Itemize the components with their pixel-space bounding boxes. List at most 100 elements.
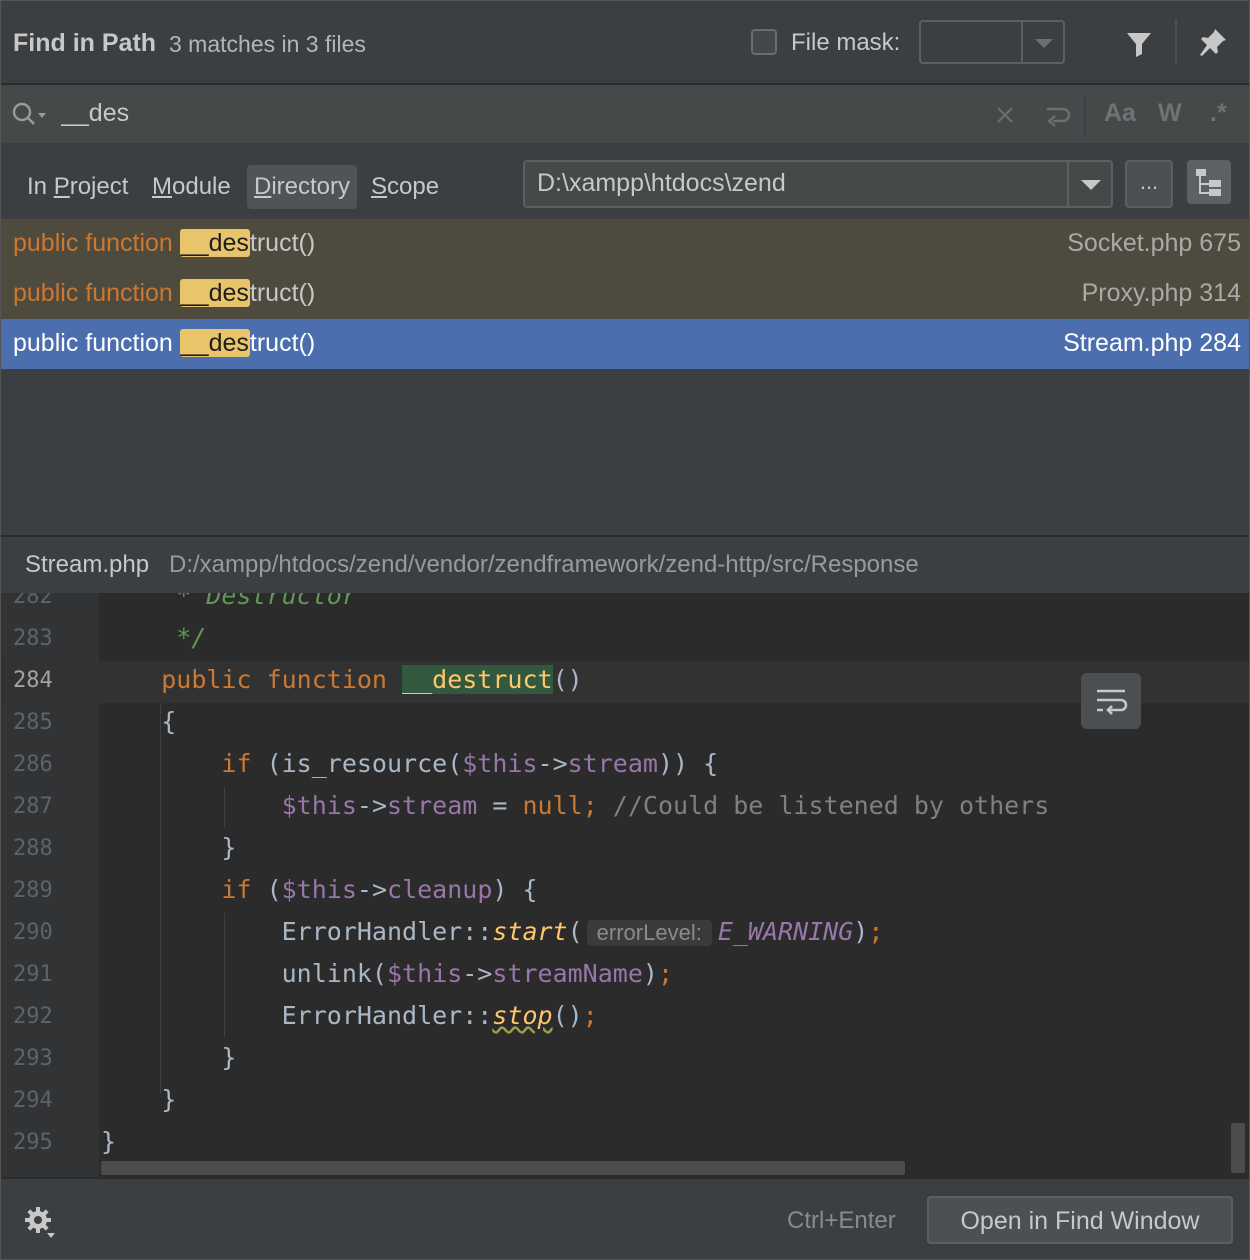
line-number: 290: [13, 920, 53, 945]
line-number: 295: [13, 1130, 53, 1155]
result-row[interactable]: public function __destruct() Socket.php …: [1, 219, 1249, 269]
line-number: 283: [13, 626, 53, 651]
line-number: 294: [13, 1088, 53, 1113]
horizontal-scrollbar[interactable]: [101, 1161, 905, 1175]
code-preview[interactable]: 282 * Destructor 283 */ 284 public funct…: [1, 593, 1249, 1177]
match-count: 3 matches in 3 files: [169, 31, 366, 57]
match-highlight: __des: [179, 229, 250, 257]
search-icon[interactable]: [11, 101, 47, 127]
code-text: }: [101, 1043, 237, 1072]
code-line: 289 if ($this->cleanup) {: [1, 871, 1249, 913]
open-in-find-window-button[interactable]: Open in Find Window: [927, 1196, 1233, 1244]
code-line: 288 }: [1, 829, 1249, 871]
code-text: public function __destruct(): [161, 665, 583, 694]
file-mask-checkbox[interactable]: [751, 29, 777, 55]
search-bar: Aa W .*: [1, 83, 1249, 145]
code-line: 291 unlink($this->streamName);: [1, 955, 1249, 997]
newline-icon[interactable]: [1041, 101, 1073, 129]
shortcut-hint: Ctrl+Enter: [787, 1207, 896, 1234]
code-text: }: [101, 1085, 177, 1114]
line-number: 287: [13, 794, 53, 819]
code-text: ErrorHandler::stop();: [101, 1001, 598, 1030]
code-text: $this->stream = null; //Could be listene…: [281, 791, 1050, 820]
dialog-footer: Ctrl+Enter Open in Find Window: [1, 1177, 1249, 1259]
result-row[interactable]: public function __destruct() Proxy.php 3…: [1, 269, 1249, 319]
match-case-toggle[interactable]: Aa: [1104, 99, 1136, 128]
line-number: 288: [13, 836, 53, 861]
recursive-tree-icon[interactable]: [1187, 160, 1231, 204]
tab-scope[interactable]: Scope: [364, 165, 446, 209]
code-line: 283 */: [1, 619, 1249, 661]
code-keyword: public function: [13, 229, 180, 257]
code-rest: truct(): [249, 279, 316, 307]
code-rest: truct(): [249, 229, 316, 257]
code-line: 294 }: [1, 1081, 1249, 1123]
directory-dropdown[interactable]: D:\xampp\htdocs\zend: [523, 160, 1113, 208]
tab-module[interactable]: Module: [145, 165, 238, 209]
code-text: unlink($this->streamName);: [101, 959, 673, 988]
code-text: {: [101, 707, 177, 736]
code-line: 286 if (is_resource($this->stream)) {: [1, 745, 1249, 787]
code-text: */: [101, 623, 207, 652]
file-mask-label[interactable]: File mask:: [791, 29, 900, 57]
code-text: ErrorHandler::start(errorLevel: E_WARNING…: [101, 917, 884, 946]
result-code: public function __destruct(): [13, 329, 315, 358]
tab-directory[interactable]: Directory: [247, 165, 358, 209]
code-text: }: [101, 833, 237, 862]
line-number: 282: [13, 593, 53, 609]
parameter-hint: errorLevel:: [586, 920, 712, 946]
result-code: public function __destruct(): [13, 229, 315, 258]
line-number: 293: [13, 1046, 53, 1071]
line-number: 289: [13, 878, 53, 903]
code-text: if (is_resource($this->stream)) {: [221, 749, 719, 778]
match-highlight: __des: [179, 329, 250, 357]
results-list: public function __destruct() Socket.php …: [1, 219, 1249, 535]
directory-value: D:\xampp\htdocs\zend: [537, 169, 786, 197]
line-number: 285: [13, 710, 53, 735]
line-number: 291: [13, 962, 53, 987]
code-line: 282 * Destructor: [1, 593, 1249, 619]
line-number: 286: [13, 752, 53, 777]
result-row-selected[interactable]: public function __destruct() Stream.php …: [1, 319, 1249, 369]
gear-icon[interactable]: [23, 1205, 57, 1239]
preview-file-path: D:/xampp/htdocs/zend/vendor/zendframewor…: [169, 551, 919, 578]
code-keyword: public function: [13, 329, 180, 357]
divider: [1084, 95, 1086, 135]
divider: [1067, 162, 1069, 206]
code-line: 287 $this->stream = null; //Could be lis…: [1, 787, 1249, 829]
tab-in-project[interactable]: In Project: [20, 165, 135, 209]
search-input[interactable]: [61, 97, 961, 129]
result-location: Stream.php 284: [1063, 329, 1241, 357]
divider: [1021, 22, 1023, 62]
find-in-path-dialog: Find in Path 3 matches in 3 files File m…: [0, 0, 1250, 1260]
code-text: }: [101, 1127, 117, 1156]
code-line: 293 }: [1, 1039, 1249, 1081]
match-highlight: __des: [179, 279, 250, 307]
whole-words-toggle[interactable]: W: [1158, 99, 1182, 128]
line-number: 292: [13, 1004, 53, 1029]
pin-icon[interactable]: [1197, 26, 1229, 58]
dialog-header: Find in Path 3 matches in 3 files File m…: [1, 1, 1249, 83]
code-line: 292 ErrorHandler::stop();: [1, 997, 1249, 1039]
file-mask-dropdown[interactable]: [919, 20, 1065, 64]
code-line: 290 ErrorHandler::start(errorLevel: E_WAR…: [1, 913, 1249, 955]
chevron-down-icon: [1081, 180, 1101, 190]
code-keyword: public function: [13, 279, 180, 307]
browse-button[interactable]: ...: [1125, 160, 1173, 208]
close-icon[interactable]: [995, 105, 1015, 125]
code-rest: truct(): [249, 329, 316, 357]
result-location: Proxy.php 314: [1081, 279, 1241, 307]
code-text: if ($this->cleanup) {: [221, 875, 538, 904]
filter-icon[interactable]: [1125, 30, 1153, 58]
result-code: public function __destruct(): [13, 279, 315, 308]
result-location: Socket.php 675: [1067, 229, 1241, 257]
divider: [1175, 19, 1177, 65]
soft-wrap-icon[interactable]: [1081, 673, 1141, 729]
scope-bar: In Project Module Directory Scope D:\xam…: [1, 143, 1249, 219]
preview-header: Stream.php D:/xampp/htdocs/zend/vendor/z…: [1, 535, 1249, 593]
chevron-down-icon: [1035, 39, 1053, 48]
regex-toggle[interactable]: .*: [1210, 99, 1227, 128]
vertical-scrollbar[interactable]: [1231, 1123, 1245, 1173]
line-number: 284: [13, 668, 53, 693]
dialog-title: Find in Path: [13, 29, 157, 57]
